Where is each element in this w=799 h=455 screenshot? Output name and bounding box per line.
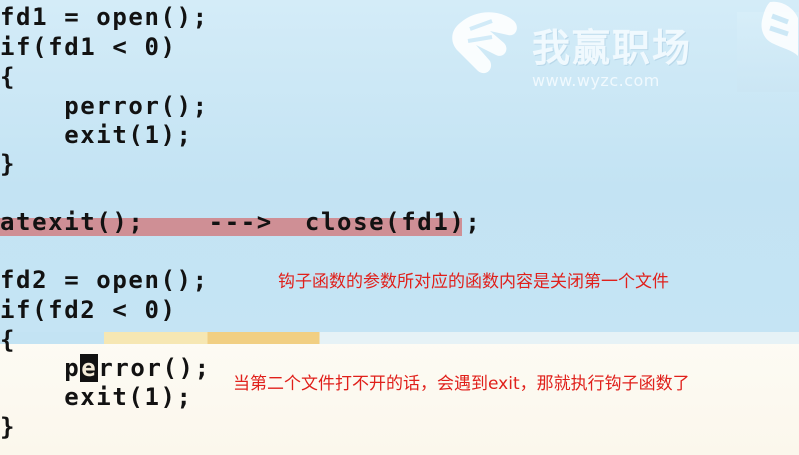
corner-logo-icon — [761, 1, 798, 56]
perror-suffix: rror(); — [98, 354, 211, 382]
code-line-exit-2: exit(1); — [0, 383, 193, 411]
perror-prefix: p — [0, 354, 81, 382]
code-line-perror-2[interactable]: perror(); — [0, 354, 211, 382]
text-cursor[interactable]: e — [80, 354, 99, 382]
hand-logo-icon — [452, 12, 517, 74]
code-line-if-fd1: if(fd1 < 0) — [0, 33, 177, 61]
code-line-close-brace-1: } — [0, 150, 17, 178]
code-line-fd2-open: fd2 = open(); — [0, 266, 209, 294]
code-line-perror-1: perror(); — [0, 92, 209, 120]
code-line-fd1-open: fd1 = open(); — [0, 3, 209, 31]
color-strip-divider — [0, 332, 799, 344]
caption-exit-explanation: 当第二个文件打不开的话，会遇到exit，那就执行钩子函数了 — [233, 374, 690, 394]
caption-hook-explanation: 钩子函数的参数所对应的函数内容是关闭第一个文件 — [278, 272, 669, 292]
code-line-atexit: atexit(); ---> close(fd1); — [0, 208, 482, 236]
code-line-exit-1: exit(1); — [0, 121, 193, 149]
code-line-if-fd2: if(fd2 < 0) — [0, 296, 177, 324]
watermark-logo: 我赢职场 www.wyzc.com — [446, 7, 704, 90]
watermark-url: www.wyzc.com — [532, 71, 660, 90]
watermark-name: 我赢职场 — [532, 26, 693, 70]
code-line-close-brace-2: } — [0, 413, 17, 441]
code-line-open-brace-1: { — [0, 63, 17, 91]
code-line-open-brace-2: { — [0, 326, 17, 354]
